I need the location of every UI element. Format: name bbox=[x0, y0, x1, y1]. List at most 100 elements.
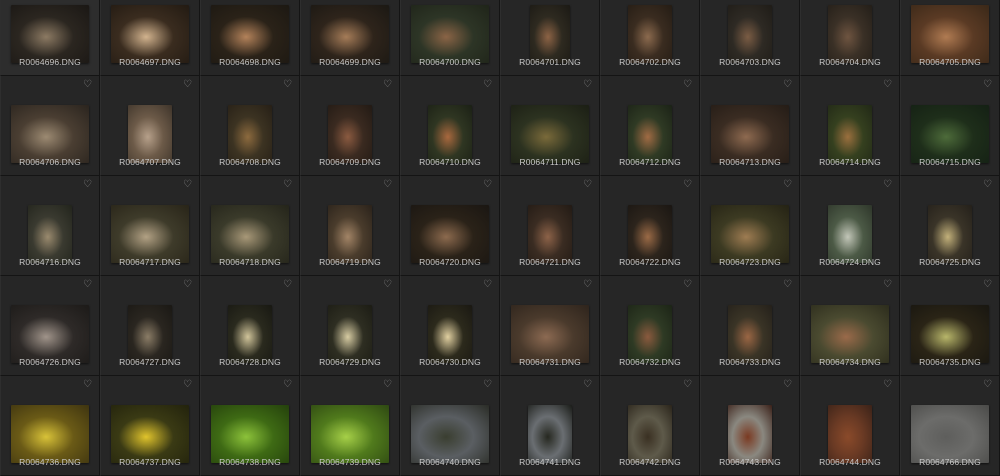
photo-cell[interactable]: ♡ R0064741.DNG bbox=[500, 376, 600, 476]
heart-icon[interactable]: ♡ bbox=[383, 380, 393, 390]
photo-cell[interactable]: ♡ R0064715.DNG bbox=[900, 76, 1000, 176]
photo-thumbnail[interactable] bbox=[111, 5, 189, 63]
photo-thumbnail[interactable] bbox=[11, 305, 89, 363]
heart-icon[interactable]: ♡ bbox=[383, 280, 393, 290]
photo-thumbnail[interactable] bbox=[128, 305, 172, 363]
heart-icon[interactable]: ♡ bbox=[283, 80, 293, 90]
photo-cell[interactable]: ♡ R0064714.DNG bbox=[800, 76, 900, 176]
heart-icon[interactable]: ♡ bbox=[883, 380, 893, 390]
heart-icon[interactable]: ♡ bbox=[883, 80, 893, 90]
photo-cell[interactable]: ♡ R0064728.DNG bbox=[200, 276, 300, 376]
heart-icon[interactable]: ♡ bbox=[783, 80, 793, 90]
photo-cell[interactable]: ♡ R0064742.DNG bbox=[600, 376, 700, 476]
photo-thumbnail[interactable] bbox=[528, 205, 572, 263]
heart-icon[interactable]: ♡ bbox=[683, 380, 693, 390]
photo-cell[interactable]: ♡ R0064733.DNG bbox=[700, 276, 800, 376]
heart-icon[interactable]: ♡ bbox=[183, 80, 193, 90]
photo-thumbnail[interactable] bbox=[411, 205, 489, 263]
photo-thumbnail[interactable] bbox=[628, 105, 672, 163]
photo-cell[interactable]: ♡ R0064707.DNG bbox=[100, 76, 200, 176]
photo-cell[interactable]: ♡R0064700.DNG bbox=[400, 0, 500, 76]
photo-thumbnail[interactable] bbox=[828, 405, 872, 463]
heart-icon[interactable]: ♡ bbox=[83, 280, 93, 290]
photo-cell[interactable]: ♡ R0064744.DNG bbox=[800, 376, 900, 476]
heart-icon[interactable]: ♡ bbox=[483, 180, 493, 190]
photo-thumbnail[interactable] bbox=[911, 105, 989, 163]
heart-icon[interactable]: ♡ bbox=[583, 380, 593, 390]
photo-cell[interactable]: ♡ R0064724.DNG bbox=[800, 176, 900, 276]
photo-cell[interactable]: ♡ R0064766.DNG bbox=[900, 376, 1000, 476]
photo-cell[interactable]: ♡R0064697.DNG bbox=[100, 0, 200, 76]
photo-thumbnail[interactable] bbox=[328, 305, 372, 363]
photo-cell[interactable]: ♡ R0064726.DNG bbox=[0, 276, 100, 376]
heart-icon[interactable]: ♡ bbox=[683, 180, 693, 190]
photo-cell[interactable]: ♡R0064699.DNG bbox=[300, 0, 400, 76]
photo-cell[interactable]: ♡ R0064736.DNG bbox=[0, 376, 100, 476]
heart-icon[interactable]: ♡ bbox=[183, 380, 193, 390]
photo-cell[interactable]: ♡ R0064743.DNG bbox=[700, 376, 800, 476]
photo-cell[interactable]: ♡ R0064735.DNG bbox=[900, 276, 1000, 376]
photo-thumbnail[interactable] bbox=[328, 205, 372, 263]
photo-thumbnail[interactable] bbox=[228, 305, 272, 363]
photo-thumbnail[interactable] bbox=[328, 105, 372, 163]
photo-cell[interactable]: ♡ R0064712.DNG bbox=[600, 76, 700, 176]
heart-icon[interactable]: ♡ bbox=[283, 280, 293, 290]
photo-cell[interactable]: ♡ R0064706.DNG bbox=[0, 76, 100, 176]
heart-icon[interactable]: ♡ bbox=[983, 80, 993, 90]
photo-thumbnail[interactable] bbox=[511, 105, 589, 163]
photo-cell[interactable]: ♡ R0064718.DNG bbox=[200, 176, 300, 276]
photo-thumbnail[interactable] bbox=[311, 405, 389, 463]
photo-cell[interactable]: ♡R0064705.DNG bbox=[900, 0, 1000, 76]
photo-cell[interactable]: ♡ R0064725.DNG bbox=[900, 176, 1000, 276]
photo-thumbnail[interactable] bbox=[311, 5, 389, 63]
photo-cell[interactable]: ♡R0064698.DNG bbox=[200, 0, 300, 76]
photo-thumbnail[interactable] bbox=[411, 405, 489, 463]
photo-thumbnail[interactable] bbox=[911, 305, 989, 363]
photo-cell[interactable]: ♡ R0064716.DNG bbox=[0, 176, 100, 276]
photo-cell[interactable]: ♡ R0064710.DNG bbox=[400, 76, 500, 176]
photo-thumbnail[interactable] bbox=[728, 305, 772, 363]
photo-cell[interactable]: ♡R0064701.DNG bbox=[500, 0, 600, 76]
heart-icon[interactable]: ♡ bbox=[883, 180, 893, 190]
photo-thumbnail[interactable] bbox=[728, 5, 772, 63]
photo-cell[interactable]: ♡ R0064737.DNG bbox=[100, 376, 200, 476]
photo-cell[interactable]: ♡ R0064731.DNG bbox=[500, 276, 600, 376]
heart-icon[interactable]: ♡ bbox=[383, 180, 393, 190]
photo-thumbnail[interactable] bbox=[511, 305, 589, 363]
photo-thumbnail[interactable] bbox=[211, 205, 289, 263]
photo-thumbnail[interactable] bbox=[111, 205, 189, 263]
photo-cell[interactable]: ♡ R0064723.DNG bbox=[700, 176, 800, 276]
photo-thumbnail[interactable] bbox=[711, 105, 789, 163]
photo-cell[interactable]: ♡ R0064720.DNG bbox=[400, 176, 500, 276]
photo-thumbnail[interactable] bbox=[828, 205, 872, 263]
heart-icon[interactable]: ♡ bbox=[683, 280, 693, 290]
photo-cell[interactable]: ♡ R0064721.DNG bbox=[500, 176, 600, 276]
heart-icon[interactable]: ♡ bbox=[283, 380, 293, 390]
heart-icon[interactable]: ♡ bbox=[483, 380, 493, 390]
photo-cell[interactable]: ♡R0064703.DNG bbox=[700, 0, 800, 76]
photo-thumbnail[interactable] bbox=[211, 405, 289, 463]
photo-cell[interactable]: ♡ R0064713.DNG bbox=[700, 76, 800, 176]
photo-thumbnail[interactable] bbox=[428, 305, 472, 363]
photo-cell[interactable]: ♡ R0064738.DNG bbox=[200, 376, 300, 476]
photo-cell[interactable]: ♡R0064704.DNG bbox=[800, 0, 900, 76]
heart-icon[interactable]: ♡ bbox=[183, 180, 193, 190]
photo-cell[interactable]: ♡ R0064727.DNG bbox=[100, 276, 200, 376]
photo-thumbnail[interactable] bbox=[911, 405, 989, 463]
photo-cell[interactable]: ♡ R0064732.DNG bbox=[600, 276, 700, 376]
photo-cell[interactable]: ♡ R0064730.DNG bbox=[400, 276, 500, 376]
photo-thumbnail[interactable] bbox=[628, 5, 672, 63]
photo-thumbnail[interactable] bbox=[530, 5, 570, 63]
photo-thumbnail[interactable] bbox=[828, 105, 872, 163]
heart-icon[interactable]: ♡ bbox=[483, 80, 493, 90]
photo-thumbnail[interactable] bbox=[928, 205, 972, 263]
heart-icon[interactable]: ♡ bbox=[683, 80, 693, 90]
photo-thumbnail[interactable] bbox=[728, 405, 772, 463]
photo-thumbnail[interactable] bbox=[711, 205, 789, 263]
photo-cell[interactable]: ♡ R0064722.DNG bbox=[600, 176, 700, 276]
heart-icon[interactable]: ♡ bbox=[983, 380, 993, 390]
heart-icon[interactable]: ♡ bbox=[783, 280, 793, 290]
photo-thumbnail[interactable] bbox=[11, 405, 89, 463]
photo-cell[interactable]: ♡R0064702.DNG bbox=[600, 0, 700, 76]
photo-thumbnail[interactable] bbox=[411, 5, 489, 63]
